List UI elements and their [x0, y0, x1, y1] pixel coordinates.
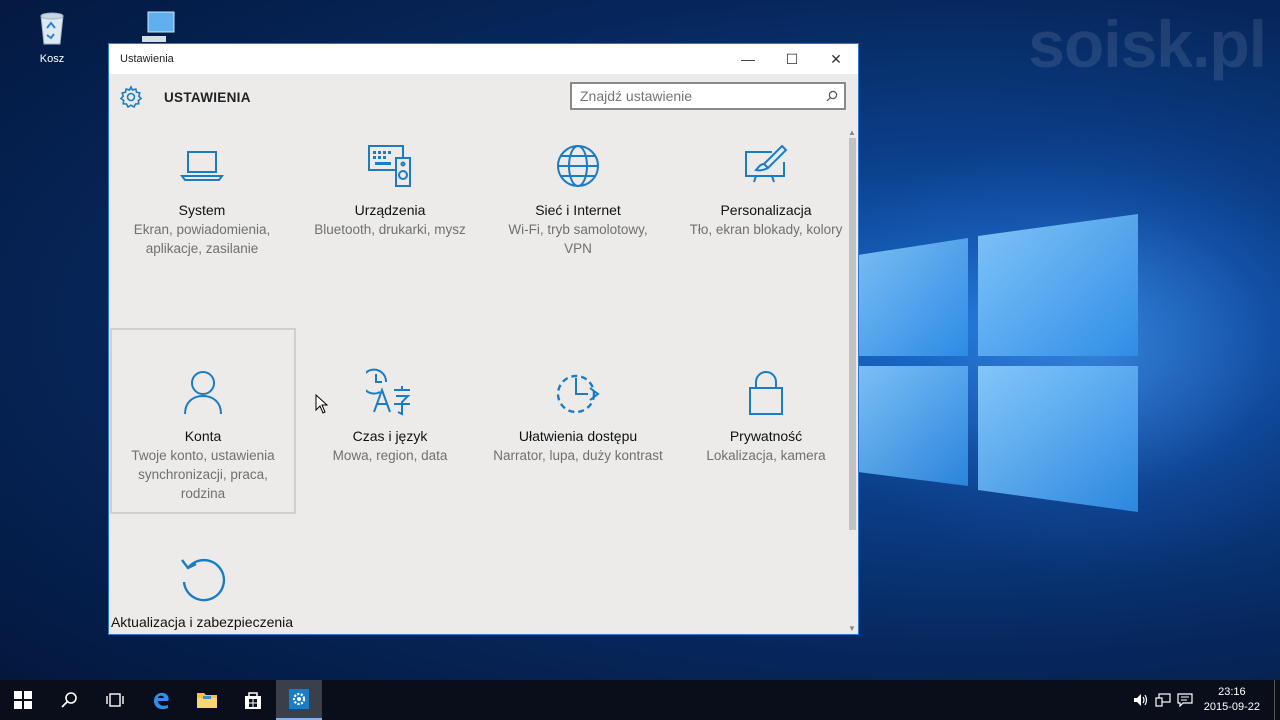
task-view-icon — [106, 693, 124, 707]
tile-title: Ułatwienia dostępu — [518, 428, 638, 444]
scroll-up-arrow[interactable]: ▲ — [847, 128, 857, 138]
task-view-button[interactable] — [92, 680, 138, 720]
store-icon — [245, 692, 261, 709]
desktop-icon-label: Kosz — [39, 53, 65, 65]
maximize-button[interactable]: ☐ — [770, 44, 814, 74]
page-title: USTAWIENIA — [164, 90, 251, 105]
search-icon[interactable] — [820, 84, 844, 108]
windows-start-icon — [14, 691, 32, 709]
lock-icon — [749, 371, 783, 415]
tile-title: Prywatność — [729, 428, 803, 444]
window-title: Ustawienia — [120, 53, 174, 65]
settings-window: Ustawienia — ☐ ✕ USTAWIENIA System Ekran… — [108, 43, 859, 635]
action-center-icon[interactable] — [1174, 680, 1196, 720]
volume-icon[interactable] — [1130, 680, 1152, 720]
globe-icon — [557, 145, 599, 187]
search-icon — [61, 692, 77, 708]
settings-grid: System Ekran, powiadomienia, aplikacje, … — [109, 128, 847, 634]
tile-description: Narrator, lupa, duży kontrast — [493, 448, 663, 463]
taskbar-store[interactable] — [230, 680, 276, 720]
tile-system[interactable]: System Ekran, powiadomienia, aplikacje, … — [109, 142, 295, 328]
start-button[interactable] — [0, 680, 46, 720]
laptop-icon — [180, 151, 224, 181]
tile-title: Czas i język — [352, 428, 428, 444]
settings-header: USTAWIENIA — [109, 74, 858, 128]
scrollbar-thumb[interactable] — [849, 138, 856, 530]
personalization-icon — [745, 144, 788, 183]
tile-devices[interactable]: Urządzenia Bluetooth, drukarki, mysz — [297, 142, 483, 328]
edge-browser-icon — [154, 692, 169, 710]
taskbar-clock[interactable]: 23:16 2015-09-22 — [1196, 685, 1268, 715]
recycle-bin-icon — [40, 12, 64, 45]
tile-title: System — [178, 202, 226, 218]
tile-accounts[interactable]: Konta Twoje konto, ustawienia synchroniz… — [110, 328, 296, 514]
system-tray: 23:16 2015-09-22 — [1130, 680, 1280, 720]
gear-icon — [119, 85, 143, 109]
tile-title: Konta — [184, 428, 222, 444]
update-icon — [181, 558, 226, 602]
tile-title: Urządzenia — [354, 202, 426, 218]
close-button[interactable]: ✕ — [814, 44, 858, 74]
tile-description: Tło, ekran blokady, kolory — [689, 222, 843, 237]
devices-icon — [368, 145, 411, 187]
tile-title: Sieć i Internet — [535, 202, 621, 218]
this-pc-icon — [142, 11, 175, 42]
folder-icon — [197, 693, 217, 708]
taskbar-settings[interactable] — [276, 680, 322, 720]
tile-description: Ekran, powiadomienia, aplikacje, zasilan… — [133, 222, 271, 256]
search-taskbar-button[interactable] — [46, 680, 92, 720]
person-icon — [184, 371, 222, 415]
taskbar: 23:16 2015-09-22 — [0, 680, 1280, 720]
mouse-cursor-icon — [315, 394, 329, 414]
tile-description: Bluetooth, drukarki, mysz — [314, 222, 466, 237]
vertical-scrollbar[interactable]: ▲ ▼ — [846, 128, 858, 634]
tile-description: Lokalizacja, kamera — [706, 448, 826, 463]
tile-network[interactable]: Sieć i Internet Wi-Fi, tryb samolotowy, … — [485, 142, 671, 328]
tile-title: Personalizacja — [720, 202, 812, 218]
windows-logo-wallpaper — [858, 214, 1138, 512]
tile-privacy[interactable]: Prywatność Lokalizacja, kamera — [673, 328, 858, 514]
tile-description: Twoje konto, ustawienia synchronizacji, … — [131, 448, 275, 501]
watermark-text: soisk.pl — [1028, 7, 1267, 81]
tile-update-security[interactable]: Aktualizacja i zabezpieczenia — [109, 516, 295, 634]
time-language-icon — [361, 368, 411, 416]
settings-gear-icon — [289, 689, 309, 709]
tile-time-language[interactable]: Czas i język Mowa, region, data — [297, 328, 483, 514]
search-box[interactable] — [570, 82, 846, 110]
tile-description: Wi-Fi, tryb samolotowy, VPN — [508, 222, 648, 256]
network-icon[interactable] — [1152, 680, 1174, 720]
taskbar-file-explorer[interactable] — [184, 680, 230, 720]
ease-of-access-icon — [556, 374, 600, 414]
desktop-icon-recycle-bin[interactable]: Kosz — [17, 8, 87, 65]
tile-personalization[interactable]: Personalizacja Tło, ekran blokady, kolor… — [673, 142, 858, 328]
title-bar[interactable]: Ustawienia — ☐ ✕ — [109, 44, 858, 74]
tile-title: Aktualizacja i zabezpieczenia — [110, 614, 294, 630]
taskbar-edge[interactable] — [138, 680, 184, 720]
minimize-button[interactable]: — — [726, 44, 770, 74]
search-input[interactable] — [572, 87, 820, 105]
clock-date: 2015-09-22 — [1203, 701, 1260, 713]
tile-ease-of-access[interactable]: Ułatwienia dostępu Narrator, lupa, duży … — [485, 328, 671, 514]
tile-description: Mowa, region, data — [332, 448, 448, 463]
show-desktop-button[interactable] — [1274, 680, 1280, 720]
scroll-down-arrow[interactable]: ▼ — [847, 624, 857, 634]
clock-time: 23:16 — [1218, 686, 1246, 698]
